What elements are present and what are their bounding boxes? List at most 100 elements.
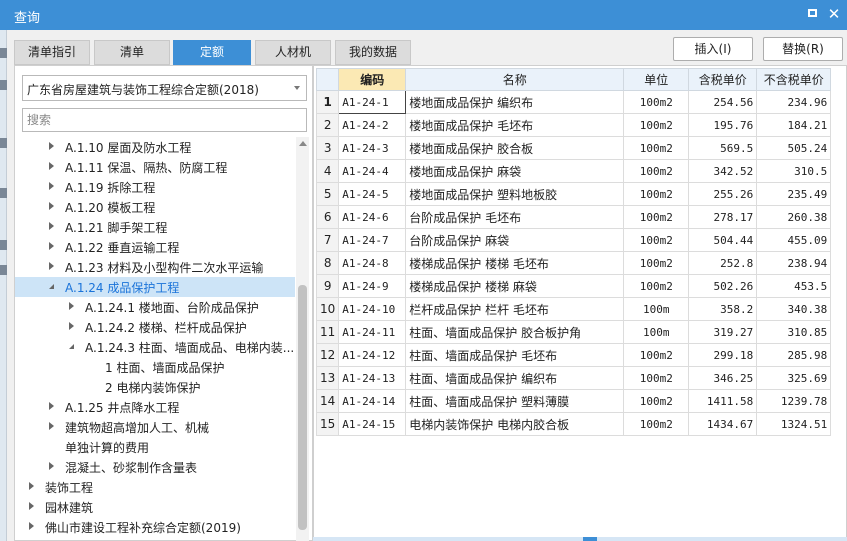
table-row[interactable]: 6 A1-24-6 台阶成品保护 毛坯布 100m2 278.17 260.38 [315, 205, 832, 229]
expanded-arrow-icon[interactable] [49, 284, 54, 289]
cell-price-notax[interactable]: 310.5 [756, 159, 832, 183]
cell-unit[interactable]: 100m [623, 297, 690, 321]
cell-unit[interactable]: 100m2 [623, 90, 690, 114]
cell-code[interactable]: A1-24-14 [338, 389, 407, 413]
collapsed-arrow-icon[interactable] [29, 522, 34, 530]
cell-code[interactable]: A1-24-3 [338, 136, 407, 160]
cell-price-notax[interactable]: 1324.51 [756, 412, 832, 436]
cell-price-tax[interactable]: 195.76 [688, 113, 758, 137]
cell-name[interactable]: 楼地面成品保护 塑料地板胶 [405, 182, 625, 206]
cell-price-notax[interactable]: 453.5 [756, 274, 832, 298]
tree-node[interactable]: A.1.25 井点降水工程 [15, 397, 295, 417]
tree-node[interactable]: A.1.19 拆除工程 [15, 177, 295, 197]
tree-node[interactable]: A.1.24.3 柱面、墙面成品、电梯内装... [15, 337, 295, 357]
collapsed-arrow-icon[interactable] [49, 142, 54, 150]
cell-code[interactable]: A1-24-15 [338, 412, 407, 436]
collapsed-arrow-icon[interactable] [29, 502, 34, 510]
tree-node[interactable]: 园林建筑 [15, 497, 295, 517]
cell-unit[interactable]: 100m2 [623, 343, 690, 367]
scroll-up-icon[interactable] [299, 141, 307, 146]
col-header-code[interactable]: 编码 [338, 68, 407, 91]
table-row[interactable]: 15 A1-24-15 电梯内装饰保护 电梯内胶合板 100m2 1434.67 1324… [315, 412, 832, 436]
cell-code[interactable]: A1-24-6 [338, 205, 407, 229]
tree-node[interactable]: A.1.11 保温、隔热、防腐工程 [15, 157, 295, 177]
cell-unit[interactable]: 100m2 [623, 159, 690, 183]
table-row[interactable]: 9 A1-24-9 楼梯成品保护 楼梯 麻袋 100m2 502.26 453.5 [315, 274, 832, 298]
tab-list-guide[interactable]: 清单指引 [14, 40, 90, 65]
cell-price-tax[interactable]: 502.26 [688, 274, 758, 298]
cell-name[interactable]: 楼地面成品保护 编织布 [405, 90, 625, 114]
cell-name[interactable]: 台阶成品保护 毛坯布 [405, 205, 625, 229]
cell-price-notax[interactable]: 310.85 [756, 320, 832, 344]
tree-node[interactable]: 混凝土、砂浆制作含量表 [15, 457, 295, 477]
cell-name[interactable]: 楼地面成品保护 毛坯布 [405, 113, 625, 137]
cell-unit[interactable]: 100m2 [623, 412, 690, 436]
cell-name[interactable]: 柱面、墙面成品保护 编织布 [405, 366, 625, 390]
scrollbar-thumb[interactable] [298, 285, 307, 530]
row-number[interactable]: 10 [315, 297, 340, 321]
row-number[interactable]: 15 [315, 412, 340, 436]
cell-price-tax[interactable]: 504.44 [688, 228, 758, 252]
cell-name[interactable]: 楼梯成品保护 楼梯 麻袋 [405, 274, 625, 298]
table-row[interactable]: 13 A1-24-13 柱面、墙面成品保护 编织布 100m2 346.25 325.69 [315, 366, 832, 390]
row-number[interactable]: 8 [315, 251, 340, 275]
col-header-name[interactable]: 名称 [405, 68, 625, 91]
collapsed-arrow-icon[interactable] [69, 322, 74, 330]
tree-node[interactable]: 单独计算的费用 [15, 437, 295, 457]
cell-price-tax[interactable]: 346.25 [688, 366, 758, 390]
collapsed-arrow-icon[interactable] [49, 262, 54, 270]
row-number[interactable]: 5 [315, 182, 340, 206]
row-number[interactable]: 14 [315, 389, 340, 413]
cell-price-tax[interactable]: 255.26 [688, 182, 758, 206]
cell-price-tax[interactable]: 1411.58 [688, 389, 758, 413]
col-header-price-tax[interactable]: 含税单价 [688, 68, 758, 91]
cell-unit[interactable]: 100m2 [623, 251, 690, 275]
cell-price-notax[interactable]: 260.38 [756, 205, 832, 229]
cell-code[interactable]: A1-24-12 [338, 343, 407, 367]
table-row[interactable]: 14 A1-24-14 柱面、墙面成品保护 塑料薄膜 100m2 1411.58 1239… [315, 389, 832, 413]
collapsed-arrow-icon[interactable] [69, 302, 74, 310]
cell-code[interactable]: A1-24-10 [338, 297, 407, 321]
cell-code[interactable]: A1-24-2 [338, 113, 407, 137]
cell-unit[interactable]: 100m2 [623, 366, 690, 390]
tree-node[interactable]: A.1.24.1 楼地面、台阶成品保护 [15, 297, 295, 317]
table-row[interactable]: 12 A1-24-12 柱面、墙面成品保护 毛坯布 100m2 299.18 285.98 [315, 343, 832, 367]
row-number[interactable]: 13 [315, 366, 340, 390]
maximize-button[interactable] [803, 5, 821, 23]
cell-unit[interactable]: 100m2 [623, 274, 690, 298]
col-header-unit[interactable]: 单位 [623, 68, 690, 91]
cell-unit[interactable]: 100m2 [623, 205, 690, 229]
cell-price-notax[interactable]: 285.98 [756, 343, 832, 367]
row-number[interactable]: 7 [315, 228, 340, 252]
cell-price-tax[interactable]: 569.5 [688, 136, 758, 160]
cell-price-notax[interactable]: 505.24 [756, 136, 832, 160]
cell-unit[interactable]: 100m2 [623, 113, 690, 137]
collapsed-arrow-icon[interactable] [49, 182, 54, 190]
row-number[interactable]: 11 [315, 320, 340, 344]
table-row[interactable]: 1 A1-24-1 楼地面成品保护 编织布 100m2 254.56 234.96 [315, 90, 832, 114]
cell-price-tax[interactable]: 358.2 [688, 297, 758, 321]
cell-name[interactable]: 柱面、墙面成品保护 毛坯布 [405, 343, 625, 367]
table-row[interactable]: 3 A1-24-3 楼地面成品保护 胶合板 100m2 569.5 505.24 [315, 136, 832, 160]
row-number[interactable]: 9 [315, 274, 340, 298]
cell-price-tax[interactable]: 342.52 [688, 159, 758, 183]
tab-list[interactable]: 清单 [94, 40, 170, 65]
collapsed-arrow-icon[interactable] [49, 402, 54, 410]
cell-price-tax[interactable]: 278.17 [688, 205, 758, 229]
cell-code[interactable]: A1-24-8 [338, 251, 407, 275]
row-number[interactable]: 2 [315, 113, 340, 137]
tab-my-data[interactable]: 我的数据 [335, 40, 411, 65]
table-row[interactable]: 11 A1-24-11 柱面、墙面成品保护 胶合板护角 100m 319.27 310.8… [315, 320, 832, 344]
tree-node[interactable]: A.1.22 垂直运输工程 [15, 237, 295, 257]
cell-price-notax[interactable]: 238.94 [756, 251, 832, 275]
cell-unit[interactable]: 100m2 [623, 136, 690, 160]
row-number[interactable]: 6 [315, 205, 340, 229]
cell-name[interactable]: 栏杆成品保护 栏杆 毛坯布 [405, 297, 625, 321]
collapsed-arrow-icon[interactable] [49, 202, 54, 210]
expanded-arrow-icon[interactable] [69, 344, 74, 349]
replace-button[interactable]: 替换(R) [763, 37, 843, 61]
cell-price-notax[interactable]: 1239.78 [756, 389, 832, 413]
library-select[interactable]: 广东省房屋建筑与装饰工程综合定额(2018) [22, 75, 307, 101]
table-row[interactable]: 5 A1-24-5 楼地面成品保护 塑料地板胶 100m2 255.26 235.49 [315, 182, 832, 206]
cell-price-tax[interactable]: 254.56 [688, 90, 758, 114]
